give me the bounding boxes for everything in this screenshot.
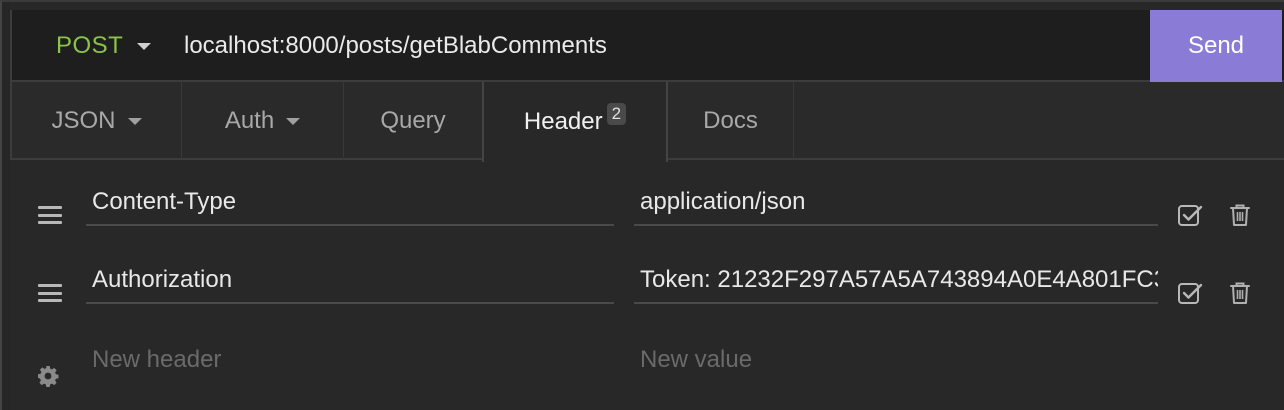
method-dropdown[interactable]: POST [56, 10, 152, 82]
trash-icon[interactable] [1226, 201, 1254, 229]
drag-handle-icon[interactable] [38, 206, 62, 224]
header-name-field[interactable]: Authorization [86, 256, 614, 304]
left-edge-divider [2, 2, 10, 410]
request-pane: POST localhost:8000/posts/getBlabComment… [0, 0, 1284, 410]
new-header-name-input[interactable]: New header [86, 336, 614, 384]
checkbox-icon[interactable] [1176, 279, 1204, 307]
tab-label: Query [380, 107, 446, 134]
tab-docs[interactable]: Docs [668, 82, 794, 160]
url-bar: POST localhost:8000/posts/getBlabComment… [10, 10, 1284, 82]
request-tabs: JSON Auth Query Header 2 Docs [10, 82, 1284, 162]
chevron-down-icon [137, 42, 152, 50]
tab-label: Header 2 [523, 103, 627, 136]
send-button[interactable]: Send [1150, 10, 1282, 82]
checkbox-icon[interactable] [1176, 201, 1204, 229]
tab-label: Docs [703, 107, 758, 134]
tab-query[interactable]: Query [344, 82, 482, 160]
header-row: Authorization Token: 21232F297A57A5A7438… [10, 256, 1284, 334]
header-name-field[interactable]: Content-Type [86, 178, 614, 226]
new-header-value-input[interactable]: New value [634, 336, 1158, 384]
tab-json[interactable]: JSON [12, 82, 182, 160]
drag-handle-icon[interactable] [38, 284, 62, 302]
chevron-down-icon [127, 117, 142, 125]
header-list: Content-Type application/json Authorizat… [10, 162, 1284, 410]
gear-icon[interactable] [36, 364, 60, 388]
header-count-badge: 2 [606, 103, 627, 125]
tab-label: JSON [51, 107, 116, 134]
new-header-row: New header New value [10, 336, 1284, 410]
trash-icon[interactable] [1226, 279, 1254, 307]
tab-header-label: Header [523, 108, 603, 135]
chevron-down-icon [286, 117, 301, 125]
tab-label: Auth [224, 107, 275, 134]
header-value-field[interactable]: application/json [634, 178, 1158, 226]
header-value-field[interactable]: Token: 21232F297A57A5A743894A0E4A801FC3 [634, 256, 1158, 304]
tab-header[interactable]: Header 2 [482, 82, 668, 162]
header-row: Content-Type application/json [10, 178, 1284, 256]
url-input[interactable]: localhost:8000/posts/getBlabComments [184, 10, 607, 82]
tab-auth[interactable]: Auth [182, 82, 344, 160]
method-label: POST [56, 32, 124, 59]
